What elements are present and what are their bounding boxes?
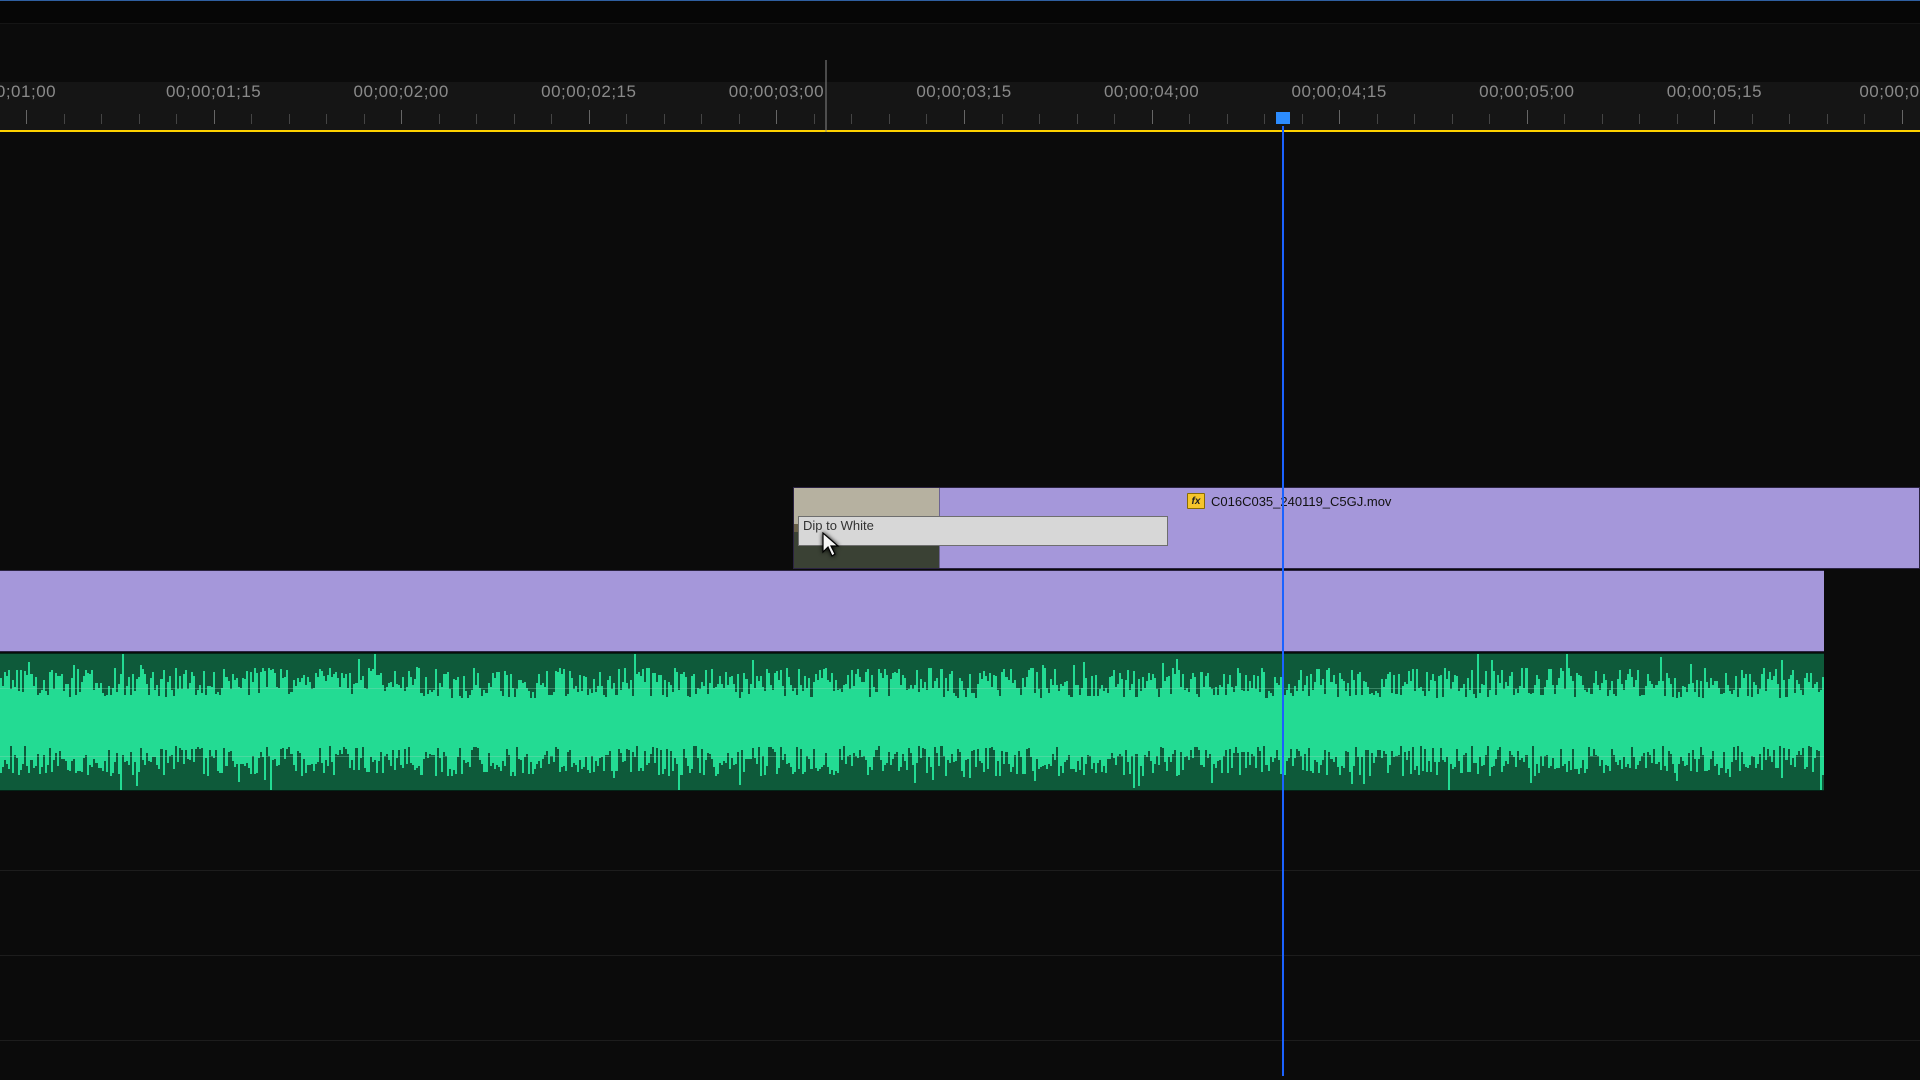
video-clip-v2[interactable]: fx C016C035_240119_C5GJ.mov Dip to White [793, 487, 1920, 569]
track-separator [0, 870, 1920, 871]
drop-indicator [826, 60, 827, 132]
audio-waveform-right [0, 722, 1824, 790]
transition-label: Dip to White [803, 518, 874, 533]
clip-header: fx C016C035_240119_C5GJ.mov [1183, 492, 1919, 510]
ruler-timecode: 00;00;03;15 [916, 82, 1011, 102]
video-clip-v1[interactable] [0, 570, 1824, 652]
transition-dip-to-white[interactable]: Dip to White [798, 516, 1168, 546]
time-ruler[interactable]: 0;01;00 00;00;01;15 00;00;02;00 00;00;02;15… [0, 82, 1920, 132]
panel-top-strip [0, 0, 1920, 24]
ruler-timecode: 00;00;04;15 [1292, 82, 1387, 102]
ruler-timecode: 00;00;01;15 [166, 82, 261, 102]
ruler-timecode: 00;00;04;00 [1104, 82, 1199, 102]
track-separator [0, 955, 1920, 956]
ruler-timecode: 00;00;02;15 [541, 82, 636, 102]
ruler-timecode: 00;00;05;00 [1479, 82, 1574, 102]
ruler-timecode: 00;00;05;15 [1667, 82, 1762, 102]
fx-badge-icon: fx [1187, 493, 1205, 509]
audio-clip[interactable] [0, 653, 1824, 791]
track-separator [0, 1040, 1920, 1041]
ruler-timecode: 0;01;00 [0, 82, 56, 102]
ruler-timecode: 00;00;03;00 [729, 82, 824, 102]
clip-filename: C016C035_240119_C5GJ.mov [1211, 494, 1391, 509]
timeline-panel: 0;01;00 00;00;01;15 00;00;02;00 00;00;02;15… [0, 0, 1920, 1080]
ruler-timecode: 00;00;02;00 [354, 82, 449, 102]
audio-waveform-left [0, 654, 1824, 722]
ruler-timecode: 00;00;06;0 [1859, 82, 1920, 102]
playhead-handle[interactable] [1276, 112, 1290, 124]
